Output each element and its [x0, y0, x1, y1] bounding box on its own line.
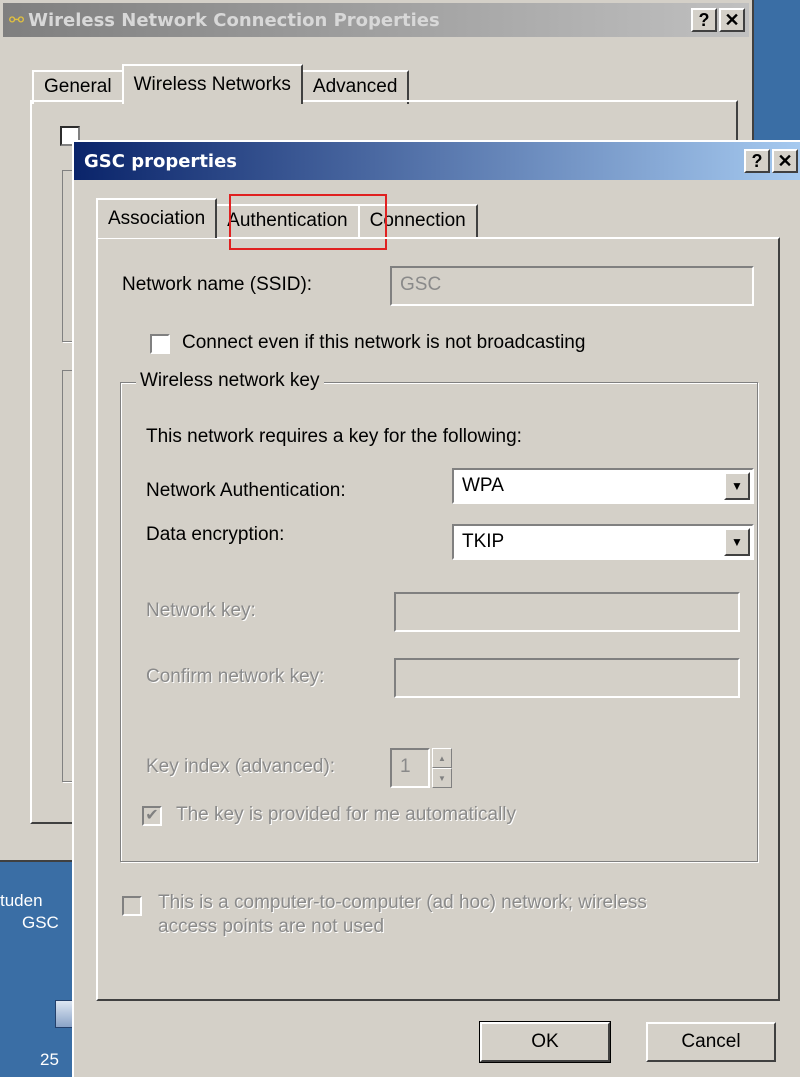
- desktop-number: 25: [40, 1050, 59, 1069]
- requires-key-text: This network requires a key for the foll…: [146, 426, 522, 447]
- data-encryption-value: TKIP: [462, 531, 505, 552]
- ok-button[interactable]: OK: [479, 1021, 611, 1063]
- dialog-titlebar[interactable]: GSC properties ? ✕: [74, 142, 800, 180]
- network-auth-select[interactable]: WPA ▼: [452, 468, 754, 504]
- network-auth-label: Network Authentication:: [146, 480, 346, 501]
- back-window-titlebar[interactable]: ⚯ Wireless Network Connection Properties…: [3, 3, 749, 37]
- key-index-field[interactable]: 1: [390, 748, 430, 788]
- tab-wireless-networks[interactable]: Wireless Networks: [121, 64, 303, 104]
- spin-up-icon[interactable]: ▲: [432, 748, 452, 768]
- cancel-button[interactable]: Cancel: [646, 1022, 776, 1062]
- desktop-label: tuden GSC: [0, 890, 70, 934]
- key-index-spinner[interactable]: ▲ ▼: [432, 748, 452, 788]
- key-index-label: Key index (advanced):: [146, 756, 336, 777]
- back-tab-strip: General Wireless Networks Advanced: [32, 64, 410, 104]
- dialog-help-button[interactable]: ?: [744, 149, 770, 173]
- ssid-label: Network name (SSID):: [122, 274, 313, 295]
- gsc-properties-dialog: GSC properties ? ✕ Association Authentic…: [72, 140, 800, 1077]
- network-key-field[interactable]: [394, 592, 740, 632]
- data-encryption-label: Data encryption:: [146, 524, 285, 545]
- data-encryption-select[interactable]: TKIP ▼: [452, 524, 754, 560]
- confirm-key-field[interactable]: [394, 658, 740, 698]
- tab-association[interactable]: Association: [96, 198, 218, 238]
- dialog-title: GSC properties: [84, 150, 238, 172]
- network-key-label: Network key:: [146, 600, 256, 621]
- auto-key-checkbox[interactable]: ✔: [142, 806, 162, 826]
- broadcast-label: Connect even if this network is not broa…: [182, 332, 586, 353]
- confirm-key-label: Confirm network key:: [146, 666, 325, 687]
- network-auth-value: WPA: [462, 475, 504, 496]
- network-connection-icon: ⚯: [9, 9, 25, 30]
- spin-down-icon[interactable]: ▼: [432, 768, 452, 788]
- data-encryption-dropdown-arrow-icon[interactable]: ▼: [724, 528, 750, 556]
- back-window-title: Wireless Network Connection Properties: [28, 9, 440, 31]
- tab-advanced[interactable]: Advanced: [300, 70, 410, 104]
- dialog-close-button[interactable]: ✕: [772, 149, 798, 173]
- back-help-button[interactable]: ?: [691, 8, 717, 32]
- broadcast-checkbox[interactable]: [150, 334, 170, 354]
- adhoc-label-line1: This is a computer-to-computer (ad hoc) …: [158, 892, 647, 913]
- auto-key-label: The key is provided for me automatically: [176, 804, 517, 825]
- desktop-label-line2: GSC: [22, 913, 59, 932]
- ssid-field[interactable]: GSC: [390, 266, 754, 306]
- tab-general[interactable]: General: [32, 70, 124, 104]
- desktop-label-line1: tuden: [0, 891, 43, 910]
- adhoc-label-line2: access points are not used: [158, 916, 385, 937]
- back-close-button[interactable]: ✕: [719, 8, 745, 32]
- network-auth-dropdown-arrow-icon[interactable]: ▼: [724, 472, 750, 500]
- adhoc-checkbox[interactable]: [122, 896, 142, 916]
- wireless-key-group-title: Wireless network key: [136, 370, 324, 392]
